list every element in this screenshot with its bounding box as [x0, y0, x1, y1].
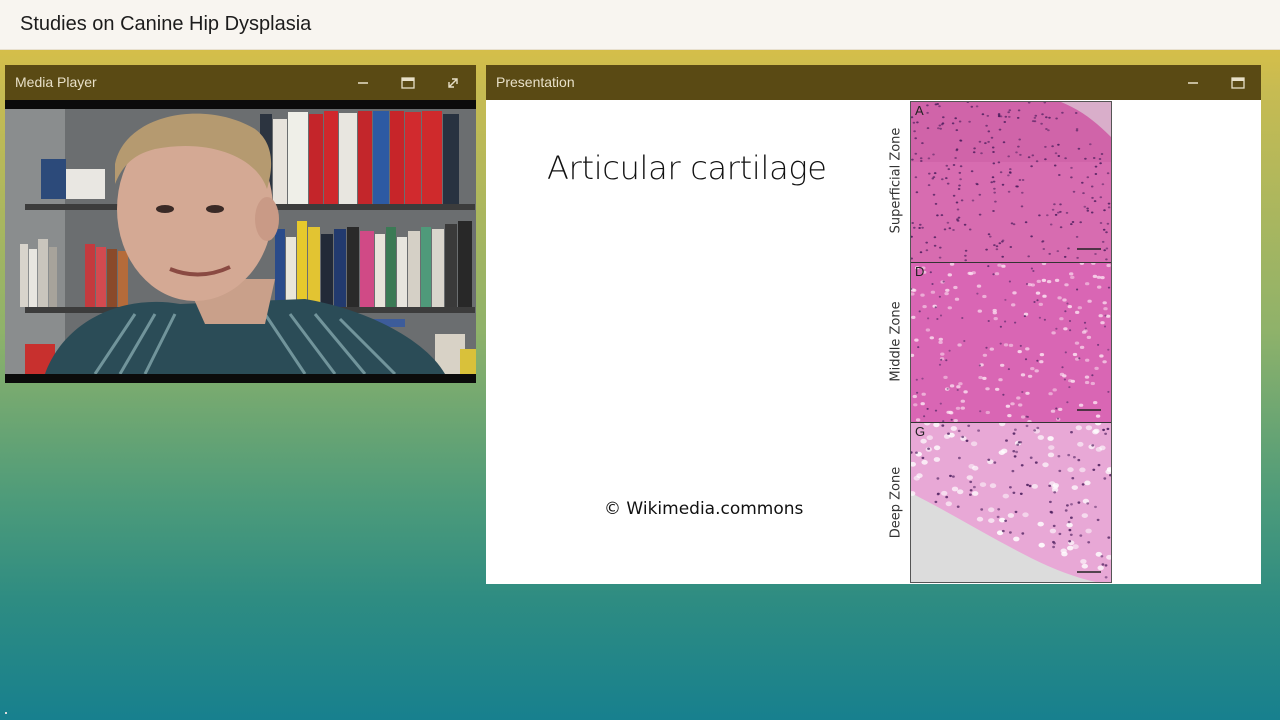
- app-header: Studies on Canine Hip Dysplasia: [0, 0, 1280, 50]
- superficial-zone-image: [911, 102, 1111, 262]
- histology-figure: A D G: [910, 101, 1112, 583]
- panel-letter-a: A: [915, 103, 924, 118]
- minimize-icon[interactable]: [1183, 73, 1203, 93]
- media-player-title: Media Player: [15, 74, 97, 90]
- zone-label-middle: Middle Zone: [888, 301, 904, 382]
- maximize-icon[interactable]: [398, 73, 418, 93]
- zone-label-deep: Deep Zone: [888, 466, 904, 539]
- histology-panel-middle: D: [911, 262, 1111, 422]
- media-player-header[interactable]: Media Player: [5, 65, 476, 100]
- speaker-video-image: [5, 109, 476, 374]
- histology-panel-superficial: A: [911, 102, 1111, 262]
- video-frame: [5, 109, 476, 374]
- slide-heading: Articular cartilage: [547, 149, 827, 187]
- expand-icon[interactable]: [443, 73, 463, 93]
- middle-zone-image: [911, 263, 1111, 422]
- app-title: Studies on Canine Hip Dysplasia: [20, 13, 312, 35]
- status-dot: [5, 712, 7, 714]
- deep-zone-image: [911, 423, 1111, 582]
- panel-letter-d: D: [915, 264, 925, 279]
- presentation-header[interactable]: Presentation: [486, 65, 1261, 100]
- panel-letter-g: G: [915, 424, 926, 439]
- zone-label-superficial: Superficial Zone: [888, 127, 904, 234]
- minimize-icon[interactable]: [353, 73, 373, 93]
- histology-panel-deep: G: [911, 422, 1111, 582]
- maximize-icon[interactable]: [1228, 73, 1248, 93]
- presentation-title: Presentation: [496, 74, 575, 90]
- slide-credit: © Wikimedia.commons: [604, 499, 804, 519]
- presentation-slide: Articular cartilage © Wikimedia.commons …: [486, 100, 1261, 584]
- video-player[interactable]: [5, 100, 476, 383]
